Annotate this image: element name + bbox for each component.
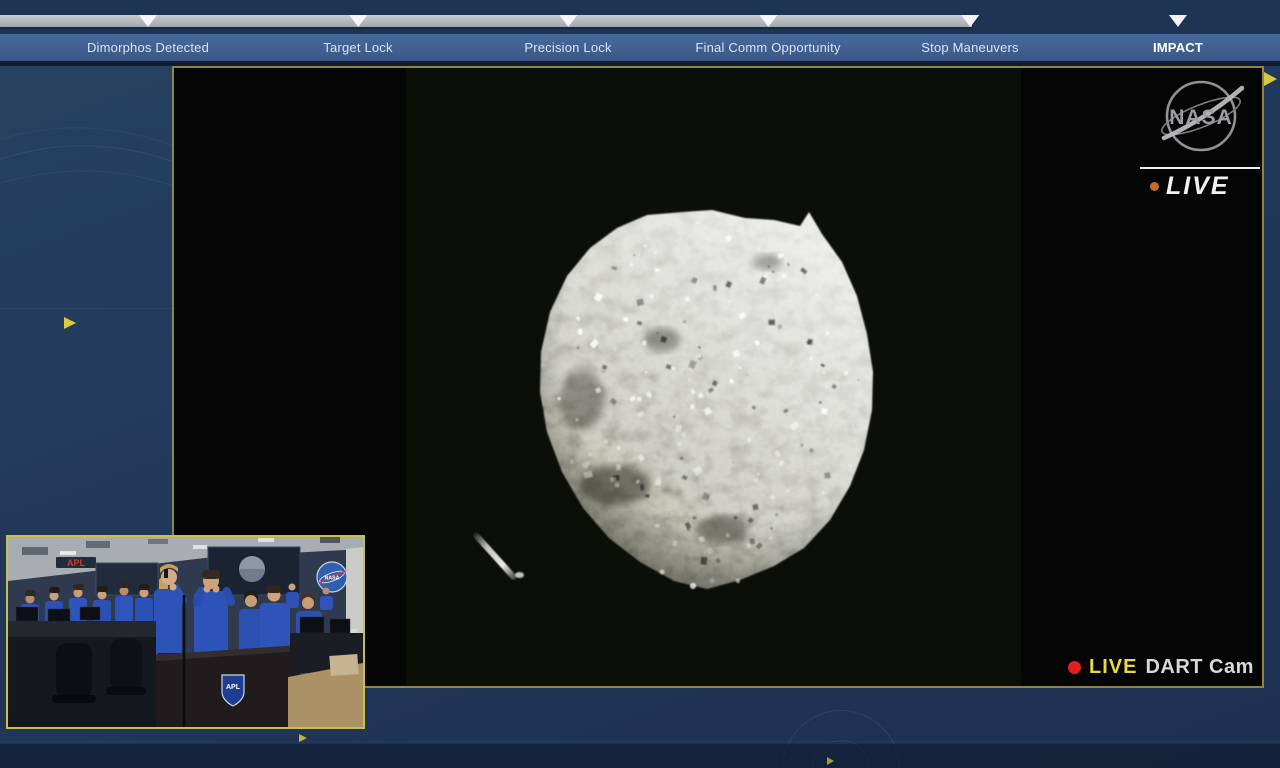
milestone-label: Final Comm Opportunity (695, 40, 841, 55)
milestone-label: Stop Maneuvers (921, 40, 1019, 55)
debris-fragment (515, 572, 524, 578)
timeline-milestone-target-lock: Target Lock (323, 0, 393, 61)
nasa-wall-logo: NASA (316, 561, 348, 593)
mission-control-scene: APL NASA APL (8, 537, 366, 727)
wall-screen-asteroid (207, 546, 301, 596)
hud-arcs-decoration (0, 127, 190, 193)
svg-text:NASA: NASA (325, 576, 340, 582)
nasa-logo-text: NASA (1169, 106, 1233, 129)
asteroid-dimorphos (540, 210, 873, 589)
milestone-label: IMPACT (1152, 40, 1204, 55)
hud-horizontal-line (0, 741, 1280, 742)
apl-wall-sign: APL (56, 557, 96, 568)
nasa-bug-divider (1140, 167, 1260, 169)
yellow-arrow-icon (827, 757, 834, 765)
milestone-marker-icon (961, 15, 979, 27)
yellow-arrow-icon (64, 317, 76, 329)
milestone-marker-icon (559, 15, 577, 27)
record-dot-icon (1068, 661, 1081, 674)
live-dot-icon (1150, 182, 1159, 191)
timeline-milestone-impact: IMPACT (1153, 0, 1203, 61)
milestone-marker-icon (349, 15, 367, 27)
timeline-milestone-final-comm: Final Comm Opportunity (695, 0, 840, 61)
timeline-bottom-edge (0, 61, 1280, 66)
yellow-arrow-icon (1264, 72, 1277, 86)
timeline-milestone-stop-maneuvers: Stop Maneuvers (921, 0, 1019, 61)
camera-name-label: DART Cam (1145, 656, 1254, 678)
cardboard-box (329, 654, 359, 676)
bottom-shade-band (0, 744, 1280, 768)
timeline-milestone-dimorphos-detected: Dimorphos Detected (87, 0, 209, 61)
milestone-label: Precision Lock (524, 40, 612, 55)
nasa-logo: NASA (1161, 80, 1245, 152)
hud-horizontal-line (0, 308, 172, 309)
nasa-live-indicator: LIVE (1150, 172, 1230, 201)
milestone-label: Dimorphos Detected (86, 40, 210, 55)
milestone-marker-icon (759, 15, 777, 27)
camera-live-badge: LIVE DART Cam (1068, 656, 1254, 679)
mission-control-pip: APL NASA APL (6, 535, 366, 729)
milestone-label: Target Lock (323, 40, 393, 55)
milestone-marker-icon (1168, 15, 1187, 27)
broadcast-frame: Dimorphos Detected Target Lock Precision… (0, 0, 1280, 768)
yellow-arrow-icon (299, 734, 307, 742)
svg-text:APL: APL (67, 558, 86, 568)
camera-live-label: LIVE (1089, 656, 1138, 678)
svg-text:APL: APL (226, 684, 241, 691)
timeline-milestone-precision-lock: Precision Lock (524, 0, 611, 61)
milestone-marker-icon (138, 15, 157, 27)
live-label: LIVE (1166, 172, 1230, 200)
